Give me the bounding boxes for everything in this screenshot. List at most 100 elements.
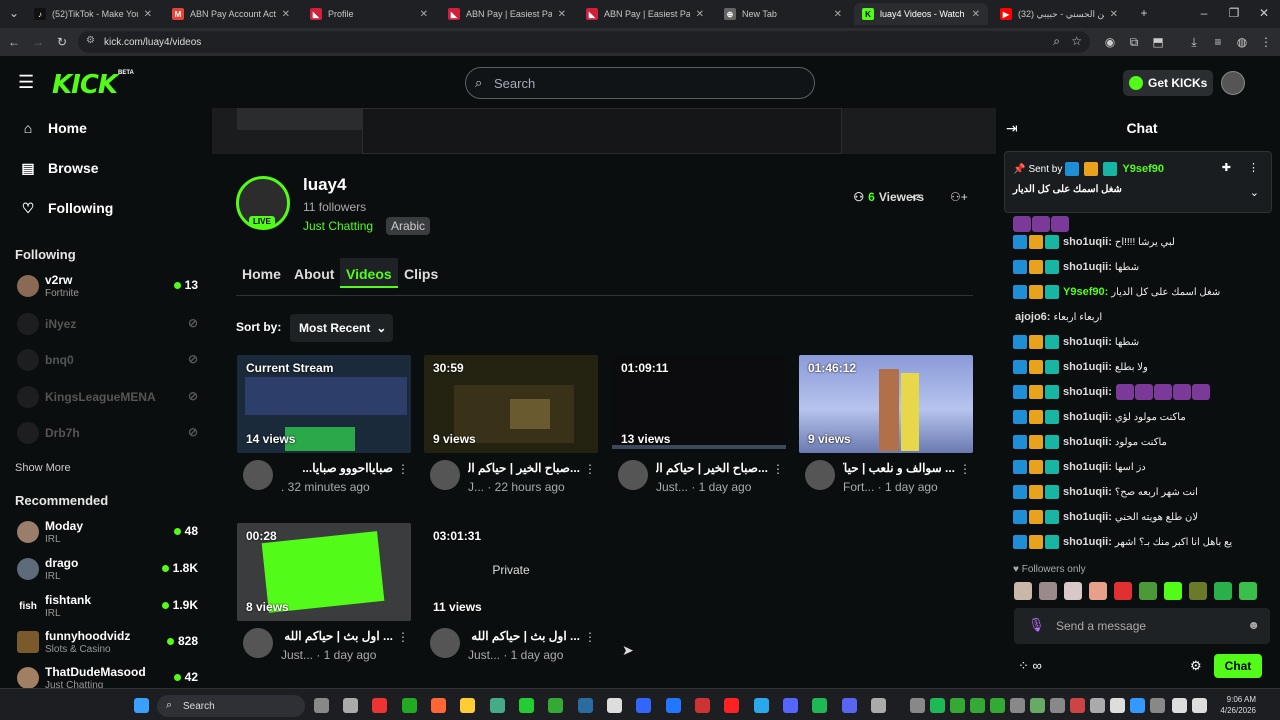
emote-icon[interactable] — [1089, 582, 1107, 600]
search-input[interactable]: ⌕ Search — [465, 67, 815, 99]
nav-browse[interactable]: ▤ Browse — [20, 160, 98, 177]
emoji-picker-icon[interactable]: ☻ — [1247, 618, 1260, 632]
get-kicks-button[interactable]: Get KICKs — [1123, 70, 1213, 96]
file-explorer-icon[interactable] — [460, 698, 475, 713]
brave-icon[interactable] — [431, 698, 446, 713]
tab-clips[interactable]: Clips — [404, 266, 438, 296]
avatar[interactable] — [430, 460, 460, 490]
chat-username[interactable]: sho1uqii: — [1063, 336, 1112, 348]
browser-tab[interactable]: M ABN Pay Account Activation ✕ — [164, 3, 298, 25]
video-card[interactable]: Current Stream 14 views صبايااحووو صبايا… — [237, 355, 411, 505]
emote-icon[interactable] — [1139, 582, 1157, 600]
tray-app-icon[interactable] — [1050, 698, 1065, 713]
video-title[interactable]: ... اول بث | حياكم الله — [281, 629, 393, 643]
following-channel-bnq0[interactable]: bnq0 ⊘ — [17, 346, 202, 376]
recommended-channel-moday[interactable]: Moday IRL 48 — [17, 518, 202, 548]
microphone-icon[interactable]: 🎙 — [1028, 617, 1045, 633]
chat-username[interactable]: sho1uqii: — [1063, 261, 1112, 273]
app-icon[interactable] — [548, 698, 563, 713]
reload-icon[interactable]: ↻ — [54, 34, 70, 50]
extension-discord-icon[interactable]: ◉ — [1102, 34, 1118, 50]
bookmark-star-icon[interactable]: ☆ — [1071, 34, 1082, 48]
sort-select[interactable]: Most Recent ⌄ — [290, 314, 393, 342]
tray-onedrive-icon[interactable] — [1010, 698, 1025, 713]
app-icon[interactable] — [724, 698, 739, 713]
telegram-icon[interactable] — [754, 698, 769, 713]
more-options-icon[interactable]: ⋮ — [959, 462, 971, 476]
store-icon[interactable] — [636, 698, 651, 713]
browser-tab[interactable]: ◣ ABN Pay | Easiest Payment ✕ — [440, 3, 574, 25]
wifi-icon[interactable] — [1172, 698, 1187, 713]
unpin-icon[interactable]: ✚ — [1222, 161, 1231, 174]
volume-icon[interactable] — [1192, 698, 1207, 713]
more-options-icon[interactable]: ⋮ — [397, 630, 409, 644]
chat-username[interactable]: ajojo6: — [1015, 311, 1050, 323]
share-icon[interactable]: ⋖ — [910, 190, 920, 204]
emote-icon[interactable] — [1239, 582, 1257, 600]
kicks-balance-icon[interactable]: ⁘ ∞ — [1018, 658, 1042, 674]
chat-username[interactable]: Y9sef90: — [1063, 286, 1108, 298]
tray-spotify-icon[interactable] — [930, 698, 945, 713]
emote-icon[interactable] — [1014, 582, 1032, 600]
follow-user-icon[interactable]: ⚇+ — [950, 190, 968, 204]
user-avatar[interactable] — [1221, 71, 1245, 95]
avatar[interactable] — [243, 460, 273, 490]
video-card[interactable]: Private 03:01:31 11 views ... اول بث | ح… — [424, 523, 598, 673]
app-icon[interactable] — [695, 698, 710, 713]
tab-home[interactable]: Home — [242, 266, 281, 296]
browser-menu-icon[interactable]: ⋮ — [1258, 34, 1274, 50]
avatar[interactable] — [618, 460, 648, 490]
tab-close-icon[interactable]: ✕ — [972, 9, 980, 20]
video-card[interactable]: 30:59 9 views ...صباح الخير | حياكم الله… — [424, 355, 598, 505]
avatar[interactable] — [805, 460, 835, 490]
more-options-icon[interactable]: ⋮ — [772, 462, 784, 476]
media-app-icon[interactable] — [372, 698, 387, 713]
chat-username[interactable]: sho1uqii: — [1063, 386, 1112, 398]
windows-start-icon[interactable] — [134, 698, 149, 713]
tray-chevron-icon[interactable] — [910, 698, 925, 713]
video-card[interactable]: 01:46:12 9 views ... سوالف و نلعب | حياك… — [799, 355, 973, 505]
browser-tab[interactable]: ▶ حسين الحسني - حبيبي (32) ✕ — [992, 3, 1126, 25]
show-more-link[interactable]: Show More — [15, 462, 71, 474]
media-icon[interactable]: ≡ — [1210, 34, 1226, 50]
following-channel-inyez[interactable]: iNyez ⊘ — [17, 310, 202, 340]
more-options-icon[interactable]: ⋮ — [397, 462, 409, 476]
url-field[interactable]: ⚙ kick.com/luay4/videos ⌕ ☆ — [78, 31, 1090, 53]
chat-username[interactable]: sho1uqii: — [1063, 436, 1112, 448]
browser-tab[interactable]: ⊕ New Tab ✕ — [716, 3, 850, 25]
tab-videos[interactable]: Videos — [340, 258, 398, 288]
app-icon[interactable] — [871, 698, 886, 713]
emote-icon[interactable] — [1214, 582, 1232, 600]
pinned-message[interactable]: 📌 Sent by Y9sef90 شغل اسمك على كل الديار… — [1004, 151, 1272, 213]
video-title[interactable]: ...صباح الخير | حياكم الله — [656, 461, 768, 475]
channel-category-link[interactable]: Just Chatting — [303, 219, 373, 233]
recommended-channel-funnyhoodvidz[interactable]: funnyhoodvidz Slots & Casino 828 — [17, 628, 202, 658]
more-options-icon[interactable]: ⋮ — [584, 630, 596, 644]
following-channel-v2rw[interactable]: v2rw Fortnite 13 — [17, 272, 202, 302]
tab-close-icon[interactable]: ✕ — [1110, 9, 1118, 20]
video-card[interactable]: 01:09:11 13 views ...صباح الخير | حياكم … — [612, 355, 786, 505]
chat-username[interactable]: sho1uqii: — [1063, 511, 1112, 523]
pinned-user[interactable]: Y9sef90 — [1122, 163, 1164, 175]
new-tab-icon[interactable]: + — [1136, 5, 1152, 21]
back-icon[interactable]: ← — [6, 34, 22, 50]
task-view-icon[interactable] — [314, 698, 329, 713]
more-options-icon[interactable]: ⋮ — [1248, 161, 1259, 174]
taskbar-search[interactable]: ⌕ Search — [157, 695, 305, 717]
zoom-icon[interactable]: ⌕ — [1053, 34, 1060, 49]
hamburger-menu-icon[interactable]: ☰ — [18, 72, 34, 93]
chrome-icon[interactable] — [490, 698, 505, 713]
epic-icon[interactable] — [607, 698, 622, 713]
nav-home[interactable]: ⌂ Home — [20, 120, 87, 136]
tab-close-icon[interactable]: ✕ — [558, 9, 566, 20]
extensions-icon[interactable]: ⬒ — [1150, 34, 1166, 50]
browser-tab[interactable]: Kluay4 Videos - Watch On Kick ✕ — [854, 3, 988, 25]
discord-icon[interactable] — [842, 698, 857, 713]
video-title[interactable]: ...صباح الخير | حياكم الله — [468, 461, 580, 475]
language-tag[interactable]: Arabic — [386, 217, 431, 235]
profile-icon[interactable]: ◍ — [1234, 34, 1250, 50]
tab-close-icon[interactable]: ✕ — [834, 9, 842, 20]
browser-tab[interactable]: ◣ Profile ✕ — [302, 3, 436, 25]
video-title[interactable]: صبايااحووو صبايا... — [281, 461, 393, 475]
tab-search-icon[interactable]: ⌄ — [6, 5, 22, 21]
